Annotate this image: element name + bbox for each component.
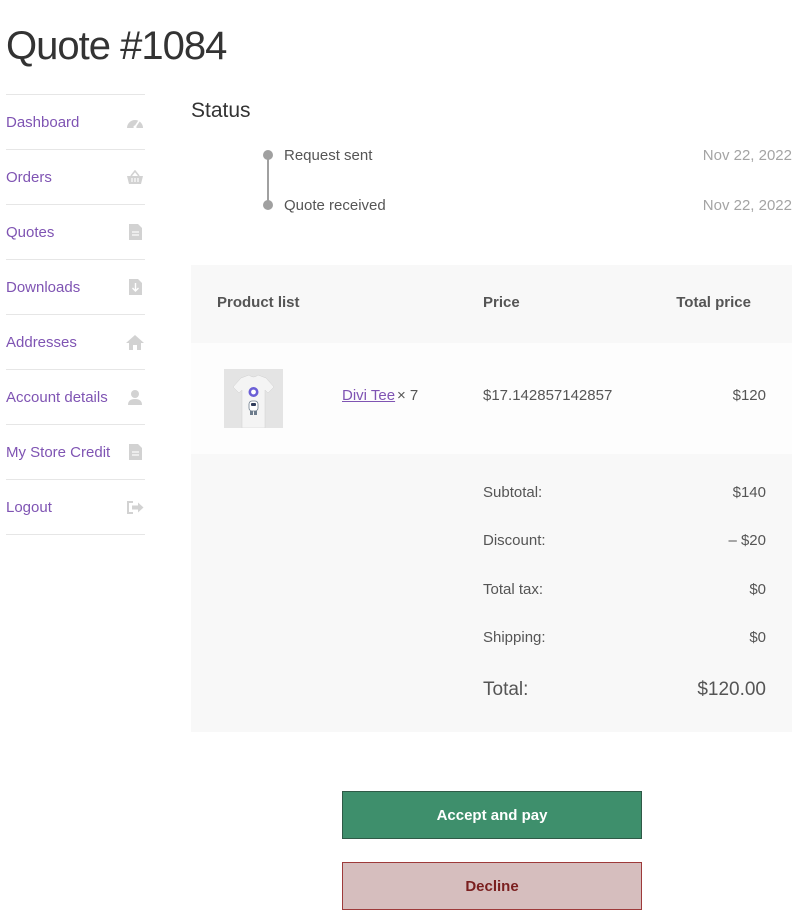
timeline-event-label: Quote received — [284, 196, 386, 214]
sidebar-item-my-store-credit[interactable]: My Store Credit — [6, 425, 145, 480]
grand-total-row: Total: $120.00 — [483, 679, 766, 701]
sidebar-item-quotes[interactable]: Quotes — [6, 205, 145, 260]
tax-label: Total tax: — [483, 581, 544, 598]
tax-value: $0 — [749, 581, 766, 598]
sidebar-item-label: Logout — [6, 498, 52, 516]
table-row: Divi Tee × 7 $17.142857142857 $120 — [191, 343, 792, 454]
discount-label: Discount: — [483, 532, 546, 549]
file-download-icon — [125, 278, 145, 296]
timeline-dot — [263, 150, 273, 160]
sidebar-item-label: Addresses — [6, 333, 77, 351]
document-icon — [125, 223, 145, 241]
sidebar-item-label: Quotes — [6, 223, 55, 241]
sidebar-item-account-details[interactable]: Account details — [6, 370, 145, 425]
timeline-event-date: Nov 22, 2022 — [702, 196, 792, 214]
product-price: $17.142857142857 — [483, 387, 613, 404]
grand-total-label: Total: — [483, 679, 529, 700]
sidebar-item-label: Orders — [6, 168, 52, 186]
product-total: $120 — [732, 387, 766, 404]
sidebar-item-label: Dashboard — [6, 113, 80, 131]
discount-value: – $20 — [728, 532, 766, 549]
sidebar-item-logout[interactable]: Logout — [6, 480, 145, 535]
column-header-total: Total price — [676, 294, 751, 311]
shipping-label: Shipping: — [483, 629, 546, 646]
product-link[interactable]: Divi Tee — [342, 387, 395, 404]
sidebar-item-dashboard[interactable]: Dashboard — [6, 95, 145, 150]
tax-row: Total tax: $0 — [483, 581, 766, 598]
user-icon — [125, 388, 145, 406]
decline-button[interactable]: Decline — [342, 862, 642, 910]
sign-out-icon — [125, 498, 145, 516]
document-icon — [125, 443, 145, 461]
timeline-dot — [263, 200, 273, 210]
sidebar-item-addresses[interactable]: Addresses — [6, 315, 145, 370]
subtotal-value: $140 — [732, 484, 766, 501]
shipping-value: $0 — [749, 629, 766, 646]
sidebar-item-label: Downloads — [6, 278, 81, 296]
sidebar-item-label: My Store Credit — [6, 443, 111, 461]
timeline-event: Quote received Nov 22, 2022 — [191, 193, 792, 217]
status-timeline: Request sent Nov 22, 2022 Quote received… — [191, 138, 792, 218]
home-icon — [125, 333, 145, 351]
timeline-event: Request sent Nov 22, 2022 — [191, 143, 792, 167]
subtotal-row: Subtotal: $140 — [483, 484, 766, 501]
sidebar-item-orders[interactable]: Orders — [6, 150, 145, 205]
product-thumbnail[interactable] — [224, 369, 283, 428]
column-header-price: Price — [483, 294, 520, 311]
column-header-product: Product list — [217, 294, 300, 311]
timeline-event-label: Request sent — [284, 146, 373, 164]
grand-total-value: $120.00 — [697, 679, 766, 700]
account-navigation: Dashboard Orders Quotes Downloads Addres… — [6, 94, 145, 535]
status-heading: Status — [191, 99, 251, 122]
page-title: Quote #1084 — [6, 24, 227, 68]
basket-icon — [125, 168, 145, 186]
quote-table: Product list Price Total price Divi Tee … — [191, 265, 792, 732]
sidebar-item-downloads[interactable]: Downloads — [6, 260, 145, 315]
subtotal-label: Subtotal: — [483, 484, 543, 501]
shipping-row: Shipping: $0 — [483, 629, 766, 646]
sidebar-item-label: Account details — [6, 388, 108, 406]
accept-and-pay-button[interactable]: Accept and pay — [342, 791, 642, 839]
discount-row: Discount: – $20 — [483, 532, 766, 549]
timeline-event-date: Nov 22, 2022 — [702, 146, 792, 164]
table-header: Product list Price Total price — [191, 265, 792, 343]
product-quantity: × 7 — [397, 387, 419, 404]
dashboard-icon — [125, 113, 145, 131]
